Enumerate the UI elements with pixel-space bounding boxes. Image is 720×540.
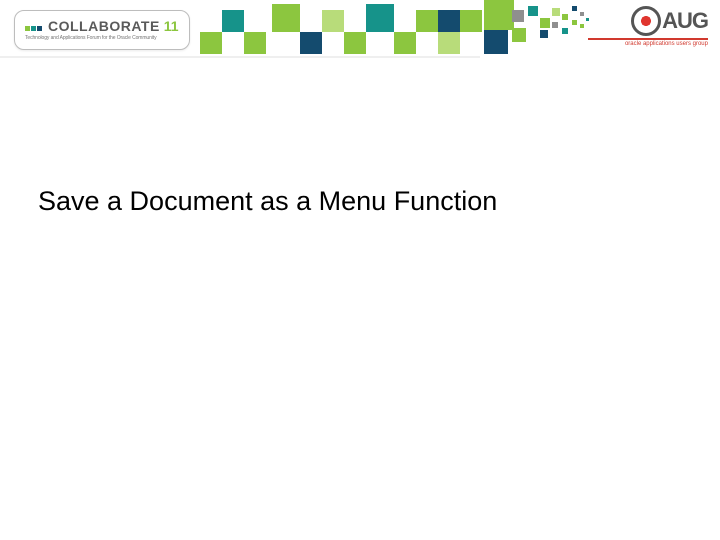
header: COLLABORATE 11 Technology and Applicatio… [0, 0, 720, 64]
mosaic-square [200, 32, 222, 54]
mosaic-square [512, 10, 524, 22]
mosaic-square [552, 8, 560, 16]
mosaic-square [528, 6, 538, 16]
mosaic-square [580, 24, 584, 28]
mosaic-square [366, 4, 394, 32]
mosaic-square [344, 32, 366, 54]
oaug-subtitle: oracle applications users group [588, 38, 708, 47]
mosaic-square [460, 10, 482, 32]
mosaic-square [438, 10, 460, 32]
mosaic-square [572, 6, 577, 11]
oaug-o-icon [631, 6, 661, 36]
oaug-text: AUG [662, 8, 708, 34]
mosaic-square [562, 14, 568, 20]
mosaic-square [222, 10, 244, 32]
mosaic-square [562, 28, 568, 34]
oaug-logo: AUG oracle applications users group [588, 6, 708, 47]
mosaic-square [438, 32, 460, 54]
mosaic-square [394, 32, 416, 54]
mosaic-square [272, 4, 300, 32]
slide-title: Save a Document as a Menu Function [38, 186, 497, 217]
mosaic-square [416, 10, 438, 32]
mosaic-square [484, 0, 514, 30]
mosaic-square [580, 12, 584, 16]
mosaic-square [572, 20, 577, 25]
header-divider [0, 56, 480, 58]
mosaic-square [512, 28, 526, 42]
collaborate-squares-icon [25, 26, 42, 31]
collaborate-logo: COLLABORATE 11 Technology and Applicatio… [14, 10, 190, 50]
collaborate-tagline: Technology and Applications Forum for th… [25, 35, 179, 41]
mosaic-square [300, 32, 322, 54]
slide: COLLABORATE 11 Technology and Applicatio… [0, 0, 720, 540]
mosaic-square [552, 22, 558, 28]
collaborate-brand: COLLABORATE [48, 18, 160, 34]
mosaic-square [244, 32, 266, 54]
mosaic-square [540, 18, 550, 28]
mosaic-square [484, 30, 508, 54]
mosaic-square [322, 10, 344, 32]
mosaic-square [540, 30, 548, 38]
collaborate-year: 11 [164, 18, 179, 34]
